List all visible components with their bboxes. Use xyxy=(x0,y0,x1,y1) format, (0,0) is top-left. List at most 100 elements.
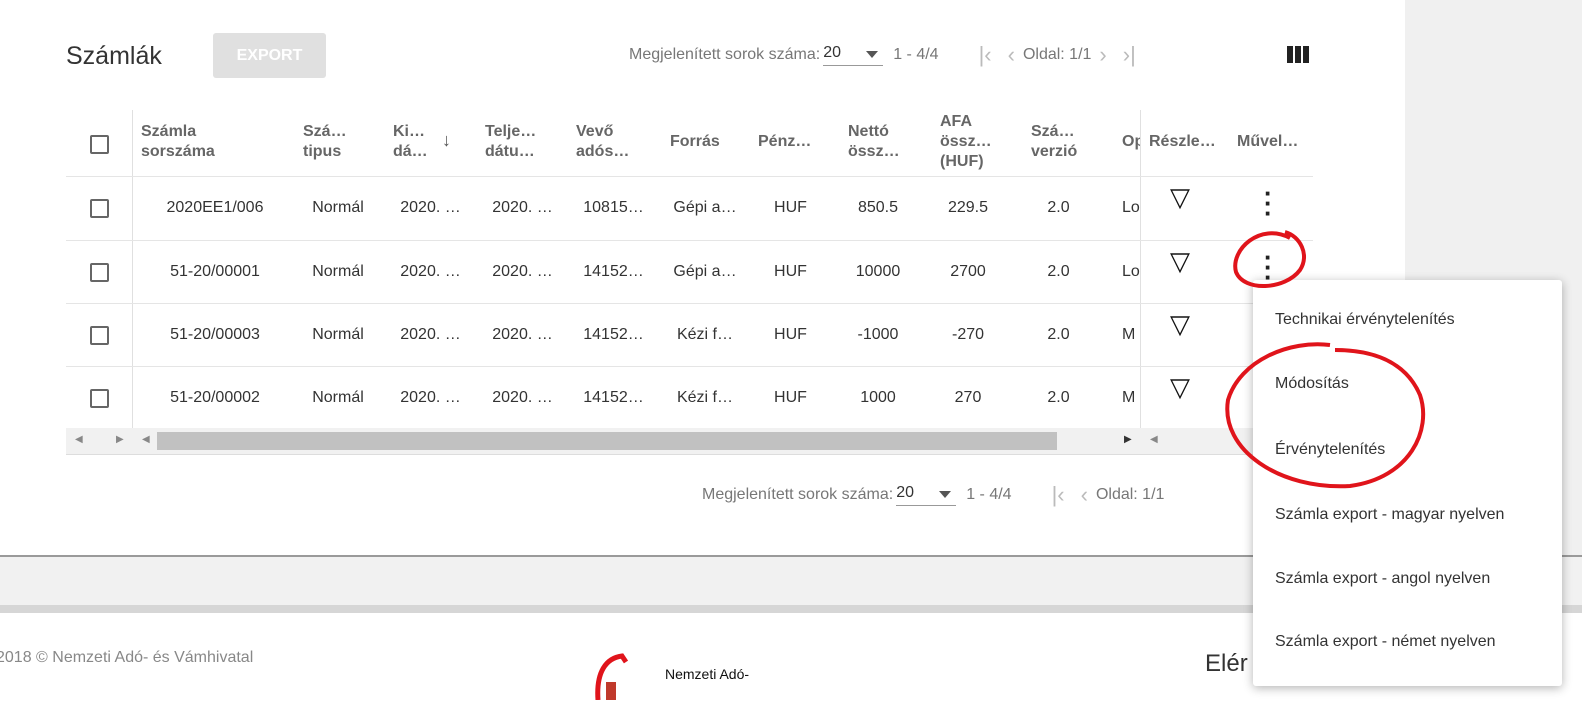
scrollbar-thumb[interactable] xyxy=(157,432,1057,450)
logo-text: Nemzeti Adó- xyxy=(665,666,750,682)
column-header[interactable]: Szá… tipus xyxy=(303,122,353,162)
table-cell: 270 xyxy=(954,389,982,406)
table-cell: 2020. … xyxy=(400,263,461,280)
scroll-left-icon[interactable]: ◀ xyxy=(75,434,83,445)
export-button[interactable]: EXPORT xyxy=(213,33,326,78)
column-header[interactable]: Forrás xyxy=(670,132,720,152)
table-cell: 2020. … xyxy=(492,199,553,216)
last-page-icon[interactable]: ›| xyxy=(1123,42,1136,68)
table-cell: Normál xyxy=(312,263,364,280)
more-vert-icon[interactable]: ··· xyxy=(1264,244,1273,290)
table-cell: 2.0 xyxy=(1047,389,1070,406)
actions-menu: Technikai érvénytelenítés Módosítás Érvé… xyxy=(1253,280,1562,686)
row-checkbox[interactable] xyxy=(90,326,109,345)
table-cell: 2.0 xyxy=(1047,326,1070,343)
table-row[interactable]: 2020EE1/006 Normál 2020. … 2020. … 10815… Gép… xyxy=(66,176,1313,239)
sort-down-icon[interactable]: ↓ xyxy=(442,130,451,151)
prev-page-icon[interactable]: ‹ xyxy=(1081,482,1088,508)
nav-logo xyxy=(592,652,632,701)
table-cell: 2.0 xyxy=(1047,199,1070,216)
table-cell: HUF xyxy=(774,389,807,406)
footer-right-text[interactable]: Elér xyxy=(1205,650,1248,678)
table-cell: Lo xyxy=(1122,263,1140,280)
table-cell: Lo xyxy=(1122,199,1140,216)
table-cell: Normál xyxy=(312,326,364,343)
table-cell: 14152… xyxy=(583,263,644,280)
menu-item-technical-invalidation[interactable]: Technikai érvénytelenítés xyxy=(1275,311,1455,329)
column-header[interactable]: Számla sorszáma xyxy=(141,122,251,162)
next-page-icon[interactable]: › xyxy=(1099,42,1106,68)
scroll-left-icon[interactable]: ◀ xyxy=(142,434,150,445)
column-header[interactable]: Telje… dátu… xyxy=(485,122,545,162)
table-cell: HUF xyxy=(774,199,807,216)
column-header[interactable]: AFA össz… (HUF) xyxy=(940,112,1000,175)
table-cell: 2700 xyxy=(950,263,986,280)
column-header[interactable]: Ki… dá… xyxy=(393,122,428,162)
details-filter-icon[interactable]: ▽ xyxy=(1170,372,1190,403)
table-cell: 1000 xyxy=(860,389,896,406)
table-cell: Kézi f… xyxy=(676,326,733,343)
range-text: 1 - 4/4 xyxy=(966,486,1012,503)
table-row[interactable]: 51-20/00002 Normál 2020. … 2020. … 14152… Kéz… xyxy=(66,366,1313,429)
columns-icon[interactable] xyxy=(1287,46,1309,63)
rows-per-page-select[interactable]: 20 xyxy=(823,44,884,66)
scroll-left-icon[interactable]: ◀ xyxy=(1150,434,1158,445)
table-cell: 2020. … xyxy=(400,326,461,343)
menu-item-export-german[interactable]: Számla export - német nyelven xyxy=(1275,633,1496,651)
menu-item-export-english[interactable]: Számla export - angol nyelven xyxy=(1275,570,1490,588)
column-header[interactable]: Művel… xyxy=(1237,132,1298,152)
table-row[interactable]: 51-20/00001 Normál 2020. … 2020. … 14152… Gép… xyxy=(66,240,1313,303)
select-all-checkbox[interactable] xyxy=(90,135,109,154)
table-cell: Kézi f… xyxy=(676,389,733,406)
details-filter-icon[interactable]: ▽ xyxy=(1170,309,1190,340)
table-cell: 2020. … xyxy=(492,389,553,406)
table-cell: 10815… xyxy=(583,199,644,216)
table-cell: 2020EE1/006 xyxy=(166,199,264,216)
table-cell: Gépi a… xyxy=(673,199,737,216)
page-text: Oldal: 1/1 xyxy=(1095,486,1165,503)
pagination-bottom: Megjelenített sorok száma: 20 1 - 4/4 |‹… xyxy=(702,482,1164,508)
details-filter-icon[interactable]: ▽ xyxy=(1170,182,1190,213)
scroll-right-icon[interactable]: ▶ xyxy=(116,434,124,445)
table-cell: 229.5 xyxy=(947,199,989,216)
table-cell: 14152… xyxy=(583,389,644,406)
row-checkbox[interactable] xyxy=(90,199,109,218)
table-cell: Normál xyxy=(312,389,364,406)
menu-item-invalidate[interactable]: Érvénytelenítés xyxy=(1275,441,1385,459)
prev-page-icon[interactable]: ‹ xyxy=(1008,42,1015,68)
table-cell: -270 xyxy=(951,326,985,343)
rows-label: Megjelenített sorok száma: xyxy=(629,46,821,63)
menu-item-export-hungarian[interactable]: Számla export - magyar nyelven xyxy=(1275,506,1504,524)
table-cell: M xyxy=(1122,326,1136,343)
table-cell: 2.0 xyxy=(1047,263,1070,280)
rows-label: Megjelenített sorok száma: xyxy=(702,486,894,503)
table-row[interactable]: 51-20/00003 Normál 2020. … 2020. … 14152… Kéz… xyxy=(66,303,1313,366)
copyright: 2018 © Nemzeti Adó- és Vámhivatal xyxy=(0,649,254,666)
menu-item-modify[interactable]: Módosítás xyxy=(1275,375,1349,393)
column-header[interactable]: Nettó össz… xyxy=(848,122,908,162)
first-page-icon[interactable]: |‹ xyxy=(979,42,992,68)
column-header[interactable]: Részle… xyxy=(1149,132,1216,152)
scroll-right-icon[interactable]: ▶ xyxy=(1124,434,1132,445)
table-cell: 850.5 xyxy=(857,199,899,216)
table-cell: 2020. … xyxy=(400,199,461,216)
table-cell: 2020. … xyxy=(492,326,553,343)
table-cell: 51-20/00003 xyxy=(170,326,260,343)
row-checkbox[interactable] xyxy=(90,263,109,282)
table-cell: HUF xyxy=(774,263,807,280)
table-cell: HUF xyxy=(774,326,807,343)
column-header[interactable]: Vevő adós… xyxy=(576,122,636,162)
rows-per-page-select[interactable]: 20 xyxy=(896,484,957,506)
table-cell: 51-20/00001 xyxy=(170,263,260,280)
details-filter-icon[interactable]: ▽ xyxy=(1170,246,1190,277)
column-header[interactable]: Pénz… xyxy=(758,132,811,152)
range-text: 1 - 4/4 xyxy=(893,46,939,63)
table-cell: 10000 xyxy=(855,263,901,280)
page-text: Oldal: 1/1 xyxy=(1022,46,1092,63)
row-checkbox[interactable] xyxy=(90,389,109,408)
more-vert-icon[interactable]: ··· xyxy=(1264,180,1273,226)
column-header[interactable]: Op xyxy=(1122,132,1140,152)
table-cell: Gépi a… xyxy=(673,263,737,280)
column-header[interactable]: Szá… verzió xyxy=(1031,122,1086,162)
first-page-icon[interactable]: |‹ xyxy=(1052,482,1065,508)
